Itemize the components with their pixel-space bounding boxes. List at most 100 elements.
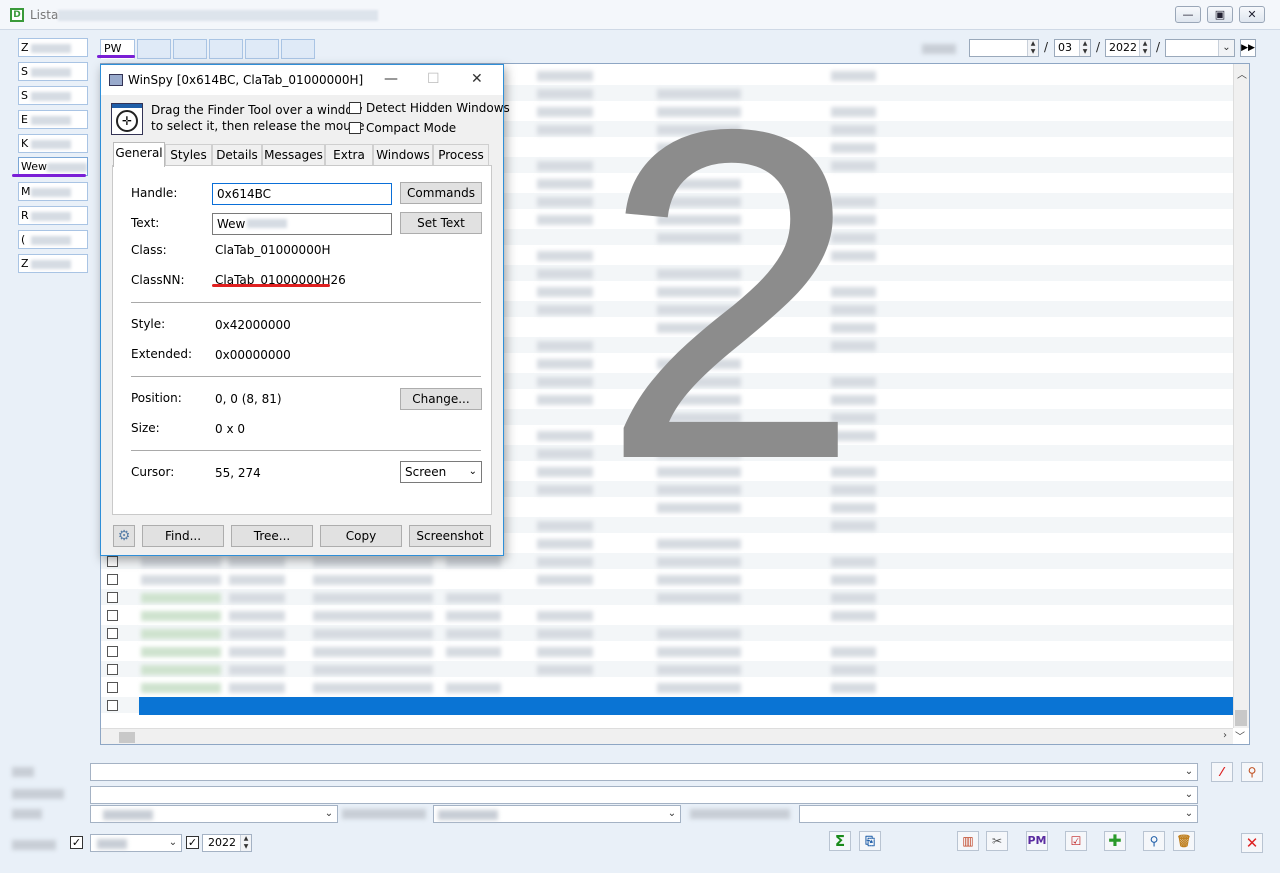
scroll-up-icon[interactable]: ︿	[1237, 66, 1247, 81]
fast-forward-icon[interactable]: ▶▶	[1240, 39, 1256, 57]
chevron-down-icon: ⌄	[1184, 808, 1194, 819]
left-list-item[interactable]: S	[18, 86, 88, 105]
tab-redacted[interactable]	[137, 39, 171, 59]
tab-extra[interactable]: Extra	[325, 144, 373, 166]
month-spin[interactable]: ▲ ▼	[1079, 40, 1090, 56]
redacted-cell	[537, 485, 593, 495]
month-filter-checkbox[interactable]: ✓	[70, 836, 83, 849]
tree-button[interactable]: Tree...	[231, 525, 313, 547]
tab-windows[interactable]: Windows	[373, 144, 433, 166]
month-field[interactable]: 03 ▲ ▼	[1054, 39, 1091, 57]
row-checkbox[interactable]	[107, 592, 118, 603]
add-icon[interactable]: ✚	[1104, 831, 1126, 851]
settings-gear-icon[interactable]: ⚙	[113, 525, 135, 547]
row-checkbox[interactable]	[107, 556, 118, 567]
vertical-scroll-thumb[interactable]	[1235, 710, 1247, 726]
row-checkbox[interactable]	[107, 628, 118, 639]
year-spin[interactable]: ▲ ▼	[240, 835, 251, 851]
scroll-down-icon[interactable]: ﹀	[1235, 728, 1245, 743]
bottom-dropdown-3[interactable]: ⌄	[90, 805, 338, 823]
copy-button[interactable]: Copy	[320, 525, 402, 547]
pm-icon[interactable]: PM	[1026, 831, 1048, 851]
row-checkbox[interactable]	[107, 682, 118, 693]
winspy-minimize-button[interactable]: —	[384, 71, 398, 87]
clear-filter-icon[interactable]: ⁄	[1211, 762, 1233, 782]
tab-redacted[interactable]	[281, 39, 315, 59]
finder-tool[interactable]: ✛	[111, 103, 143, 135]
tools-icon[interactable]: ✂	[986, 831, 1008, 851]
minimize-button[interactable]: —	[1175, 6, 1201, 23]
redacted-cell	[657, 629, 741, 639]
tab-details[interactable]: Details	[212, 144, 262, 166]
change-button[interactable]: Change...	[400, 388, 482, 410]
row-checkbox[interactable]	[107, 664, 118, 675]
day-field[interactable]: ▲ ▼	[969, 39, 1039, 57]
find-button[interactable]: Find...	[142, 525, 224, 547]
selected-table-row[interactable]	[139, 697, 1233, 715]
tab-messages[interactable]: Messages	[262, 144, 325, 166]
search-icon[interactable]: ⚲	[1143, 831, 1165, 851]
left-list-item[interactable]: Z	[18, 254, 88, 273]
screen-dropdown[interactable]: Screen ⌄	[400, 461, 482, 483]
tab-styles[interactable]: Styles	[165, 144, 212, 166]
left-list-item[interactable]: K	[18, 134, 88, 153]
year-stepper[interactable]: 2022 ▲ ▼	[202, 834, 252, 852]
horizontal-scrollbar[interactable]: ›	[101, 728, 1233, 744]
text-field[interactable]: Wew	[212, 213, 392, 235]
sum-icon[interactable]: Σ	[829, 831, 851, 851]
row-checkbox[interactable]	[107, 700, 118, 711]
scroll-right-icon[interactable]: ›	[1223, 730, 1227, 741]
tab-process[interactable]: Process	[433, 144, 489, 166]
form-label-redacted	[690, 809, 790, 819]
close-list-icon[interactable]: ✕	[1241, 833, 1263, 853]
tab-general[interactable]: General	[113, 142, 165, 167]
left-list-item[interactable]: Z	[18, 38, 88, 57]
compact-mode-checkbox[interactable]	[349, 122, 361, 134]
bottom-dropdown-5[interactable]: ⌄	[799, 805, 1198, 823]
tab-redacted[interactable]	[245, 39, 279, 59]
left-list-item[interactable]: S	[18, 62, 88, 81]
horizontal-scroll-thumb[interactable]	[119, 732, 135, 743]
maximize-button[interactable]: ▣	[1207, 6, 1233, 23]
period-dropdown[interactable]: ⌄	[1165, 39, 1235, 57]
redacted-cell	[141, 647, 221, 657]
year-spin[interactable]: ▲ ▼	[1139, 40, 1150, 56]
checklist-icon[interactable]: ☑	[1065, 831, 1087, 851]
row-checkbox[interactable]	[107, 646, 118, 657]
redacted-cell	[537, 629, 593, 639]
year-filter-checkbox[interactable]: ✓	[186, 836, 199, 849]
screenshot-button[interactable]: Screenshot	[409, 525, 491, 547]
tab-redacted[interactable]	[209, 39, 243, 59]
redacted-cell	[831, 593, 876, 603]
set-text-button[interactable]: Set Text	[400, 212, 482, 234]
day-spin[interactable]: ▲ ▼	[1027, 40, 1038, 56]
row-checkbox[interactable]	[107, 574, 118, 585]
bottom-dropdown-4[interactable]: ⌄	[433, 805, 681, 823]
commands-button[interactable]: Commands	[400, 182, 482, 204]
tab-redacted[interactable]	[173, 39, 207, 59]
left-list-item[interactable]: R	[18, 206, 88, 225]
handle-field[interactable]: 0x614BC	[212, 183, 392, 205]
export-icon[interactable]: ⎘	[859, 831, 881, 851]
detect-hidden-checkbox[interactable]	[349, 102, 361, 114]
left-list-item[interactable]: M	[18, 182, 88, 201]
vertical-scrollbar[interactable]: ︿	[1233, 64, 1249, 728]
separator	[131, 450, 481, 451]
winspy-close-button[interactable]: ✕	[471, 71, 483, 87]
delete-icon[interactable]: 🗑	[1173, 831, 1195, 851]
winspy-maximize-button[interactable]: ☐	[427, 71, 440, 87]
bottom-dropdown-2[interactable]: ⌄	[90, 786, 1198, 804]
filter-settings-icon[interactable]: ⚲	[1241, 762, 1263, 782]
month-dropdown[interactable]: ⌄	[90, 834, 182, 852]
redacted-cell	[313, 575, 433, 585]
left-list-item[interactable]: (	[18, 230, 88, 249]
close-button[interactable]: ✕	[1239, 6, 1265, 23]
left-list-item[interactable]: E	[18, 110, 88, 129]
columns-icon[interactable]: ▥	[957, 831, 979, 851]
year-field[interactable]: 2022 ▲ ▼	[1105, 39, 1151, 57]
finder-instructions-1: Drag the Finder Tool over a window	[151, 103, 363, 117]
redacted-text	[247, 219, 288, 228]
left-list-item-label: Z	[21, 41, 29, 54]
bottom-dropdown-1[interactable]: ⌄	[90, 763, 1198, 781]
row-checkbox[interactable]	[107, 610, 118, 621]
